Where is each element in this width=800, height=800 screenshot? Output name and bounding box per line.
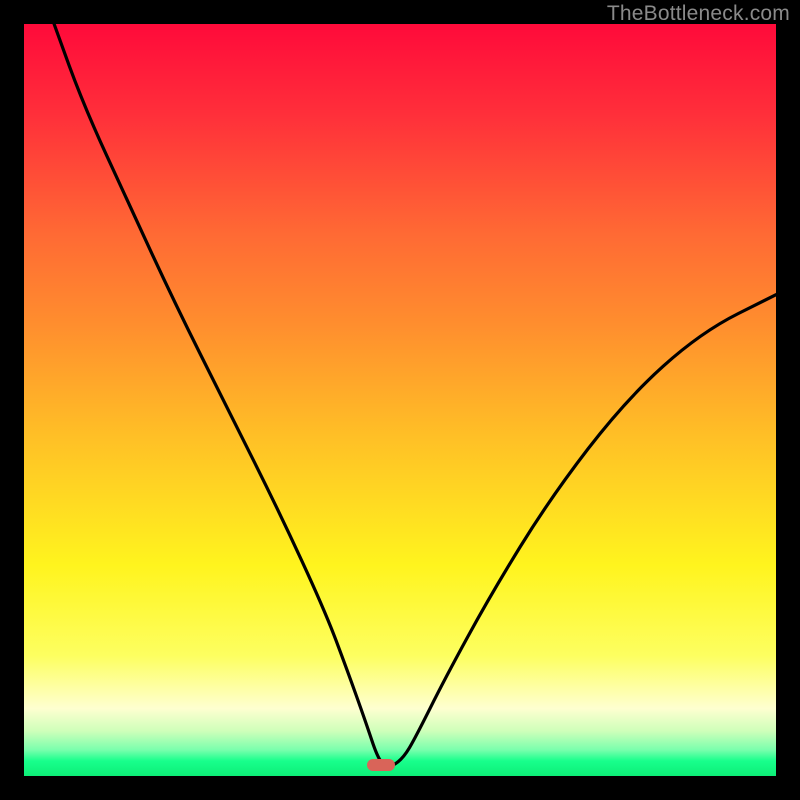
optimal-marker [367, 759, 395, 771]
bottleneck-curve [24, 24, 776, 776]
chart-frame: TheBottleneck.com [0, 0, 800, 800]
watermark-text: TheBottleneck.com [607, 2, 790, 26]
plot-area [24, 24, 776, 776]
